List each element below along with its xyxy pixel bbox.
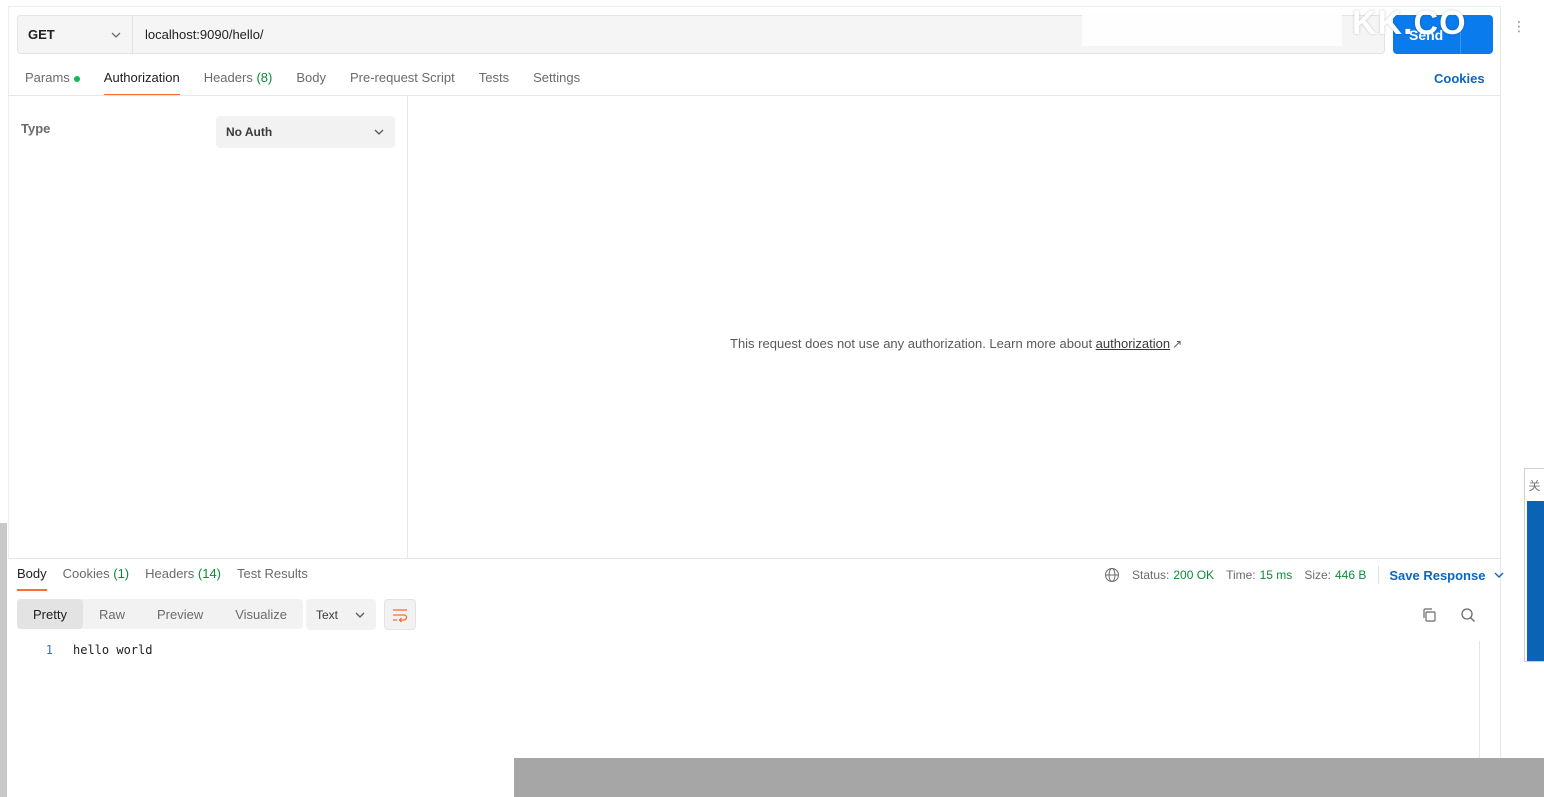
auth-panel-divider [407, 96, 408, 558]
tab-label: Test Results [237, 566, 308, 581]
response-format-group: Pretty Raw Preview Visualize [17, 599, 304, 629]
globe-icon[interactable] [1104, 567, 1120, 583]
response-tab-body[interactable]: Body [17, 566, 47, 591]
tab-count: (1) [113, 566, 130, 581]
copy-button[interactable] [1418, 604, 1440, 626]
meta-divider [1378, 566, 1380, 584]
status-value[interactable]: 200 OK [1173, 568, 1214, 582]
format-preview-button[interactable]: Preview [141, 599, 219, 629]
chevron-down-icon [111, 32, 121, 38]
wrap-lines-icon [393, 608, 408, 622]
format-raw-button[interactable]: Raw [83, 599, 141, 629]
code-line: 1 hello world [17, 641, 1479, 659]
watermark-text: KK.CO [1352, 4, 1467, 42]
save-response-button[interactable]: Save Response [1389, 568, 1485, 583]
auth-type-label: Type [21, 121, 51, 136]
response-tab-headers[interactable]: Headers (14) [145, 566, 221, 591]
tab-headers[interactable]: Headers (8) [204, 70, 273, 96]
response-tab-test-results[interactable]: Test Results [237, 566, 308, 591]
bottom-overlay-bar [514, 758, 1544, 797]
tab-label: Headers [145, 566, 195, 581]
editor-scrollbar[interactable] [1479, 641, 1493, 763]
language-value: Text [316, 607, 339, 622]
time-value[interactable]: 15 ms [1260, 568, 1293, 582]
copy-icon [1423, 608, 1436, 622]
right-divider [1500, 6, 1501, 763]
url-input[interactable]: localhost:9090/hello/ [133, 27, 264, 42]
tab-count: (14) [197, 566, 222, 581]
tab-label: Settings [533, 70, 581, 85]
tab-count: (8) [256, 70, 273, 85]
tab-label: Body [17, 566, 47, 581]
request-tabs: Params Authorization Headers (8) Body Pr… [25, 70, 604, 96]
tab-label: Headers [203, 70, 253, 85]
auth-type-value: No Auth [226, 125, 273, 139]
screen-overlay [1082, 10, 1342, 46]
response-meta: Status: 200 OK Time: 15 ms Size: 446 B S… [1104, 566, 1505, 584]
tab-pre-request-script[interactable]: Pre-request Script [350, 70, 455, 96]
left-divider [8, 6, 9, 558]
size-value[interactable]: 446 B [1335, 568, 1366, 582]
tab-label: Params [25, 70, 70, 85]
tab-params[interactable]: Params [25, 70, 80, 96]
tab-authorization[interactable]: Authorization [103, 70, 180, 96]
tab-label: Pre-request Script [349, 70, 455, 85]
chevron-down-icon [374, 129, 384, 135]
auth-message-text: This request does not use any authorizat… [730, 336, 1096, 351]
external-link-icon: ↗ [1172, 337, 1183, 351]
tab-body[interactable]: Body [296, 70, 326, 96]
status-label: Status: [1132, 568, 1170, 582]
tab-tests[interactable]: Tests [479, 70, 509, 96]
tab-label: Tests [478, 70, 510, 85]
response-language-select[interactable]: Text [306, 599, 376, 630]
tabs-divider [8, 95, 1500, 96]
response-tabs: Body Cookies (1) Headers (14) Test Resul… [17, 566, 324, 591]
response-divider[interactable] [8, 558, 1500, 559]
search-button[interactable] [1457, 604, 1479, 626]
tab-label: Authorization [103, 70, 180, 85]
top-divider [8, 6, 1500, 7]
line-number: 1 [45, 643, 53, 657]
tab-label: Cookies [62, 566, 110, 581]
floating-side-panel[interactable]: 关 [1524, 468, 1544, 662]
auth-info-message: This request does not use any authorizat… [730, 336, 1182, 351]
method-select[interactable]: GET [18, 16, 133, 53]
line-text: hello world [73, 643, 153, 657]
chevron-down-icon[interactable] [1493, 569, 1505, 581]
chevron-down-icon [355, 612, 365, 618]
format-visualize-button[interactable]: Visualize [219, 599, 303, 629]
wrap-lines-button[interactable] [384, 599, 416, 630]
side-panel-body [1527, 501, 1544, 661]
search-icon [1461, 608, 1475, 622]
response-body-editor[interactable]: 1 hello world [17, 641, 1479, 761]
auth-type-select[interactable]: No Auth [216, 116, 395, 148]
authorization-docs-link[interactable]: authorization [1096, 336, 1170, 351]
postman-window: GET localhost:9090/hello/ Send KK.CO ⋮ P… [0, 0, 1544, 797]
cookies-link[interactable]: Cookies [1434, 71, 1485, 86]
tab-settings[interactable]: Settings [533, 70, 580, 96]
format-pretty-button[interactable]: Pretty [17, 599, 83, 629]
settings-dots-icon[interactable]: ⋮ [1512, 18, 1526, 35]
tab-label: Body [296, 70, 326, 85]
side-panel-label[interactable]: 关 [1525, 469, 1544, 501]
time-label: Time: [1226, 568, 1256, 582]
params-active-dot-icon [73, 75, 80, 82]
response-tab-cookies[interactable]: Cookies (1) [63, 566, 129, 591]
method-label: GET [28, 27, 55, 42]
size-label: Size: [1304, 568, 1331, 582]
left-scrollbar[interactable] [0, 523, 7, 797]
